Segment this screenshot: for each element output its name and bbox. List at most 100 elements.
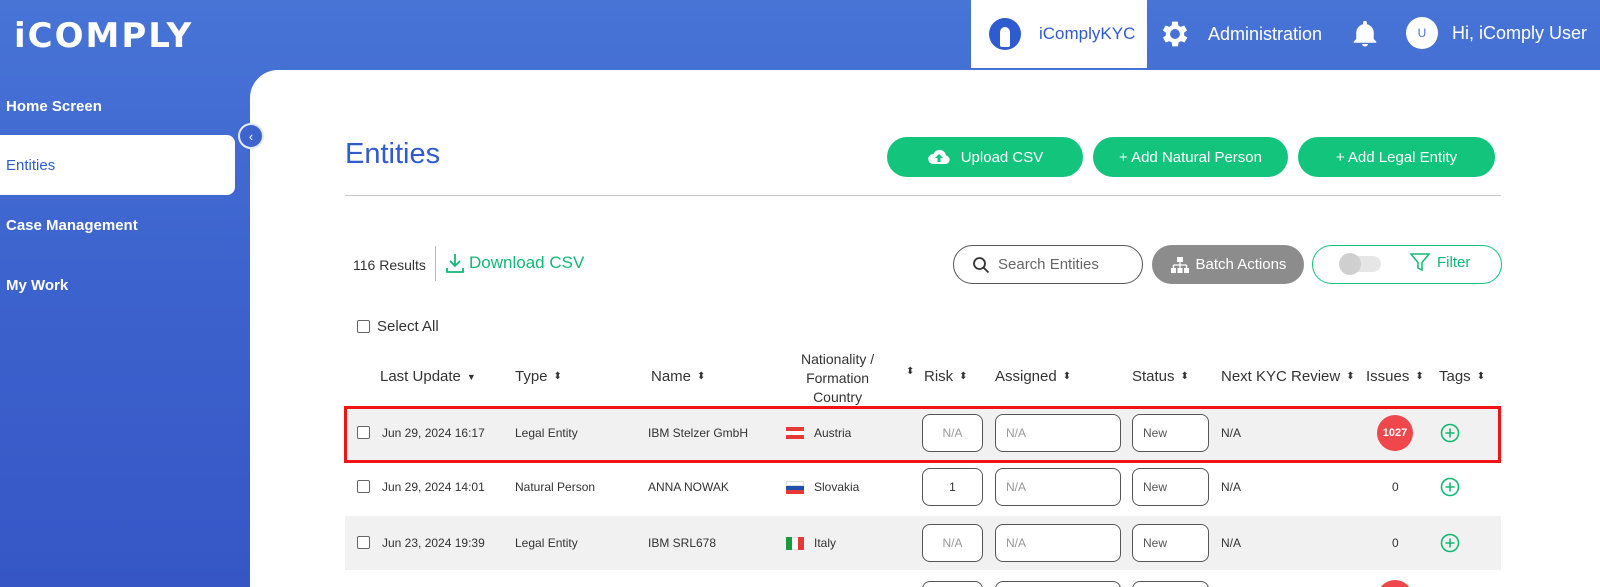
select-all-checkbox[interactable] [357, 320, 370, 333]
column-header-label: Formation [806, 370, 870, 386]
filter-label: Filter [1437, 253, 1471, 271]
sidebar-item-my-work[interactable]: My Work [6, 277, 68, 294]
risk-field[interactable]: N/A [922, 414, 983, 452]
cell-type: Legal Entity [515, 426, 578, 440]
download-csv-link[interactable]: Download CSV [445, 252, 584, 274]
column-header-tags[interactable]: Tags ⬍ [1439, 368, 1485, 385]
table-row[interactable]: Jun 29, 2024 14:01 Natural Person ANNA N… [345, 460, 1501, 514]
column-header-label: Issues [1366, 368, 1410, 385]
cell-type: Natural Person [515, 480, 596, 494]
nav-tab-icomplykyc[interactable]: iComplyKYC [971, 0, 1147, 68]
bell-icon[interactable] [1350, 18, 1380, 50]
gear-icon [1162, 21, 1188, 47]
download-icon [446, 254, 464, 273]
cell-name[interactable]: ANNA NOWAK [648, 460, 729, 514]
sidebar-collapse-button[interactable]: ‹ [238, 123, 264, 149]
column-header-label: Tags [1439, 368, 1471, 385]
italy-flag-icon [786, 536, 804, 550]
row-checkbox[interactable] [357, 536, 370, 549]
nav-administration[interactable]: Administration [1158, 16, 1322, 52]
column-header-status[interactable]: Status ⬍ [1132, 368, 1189, 385]
search-icon [973, 256, 990, 273]
sort-desc-icon: ▼ [466, 371, 476, 382]
add-tag-icon[interactable] [1440, 533, 1460, 553]
assigned-field[interactable]: N/A [995, 414, 1121, 452]
user-menu[interactable]: U Hi, iComply User [1406, 17, 1587, 49]
row-checkbox[interactable] [357, 480, 370, 493]
issues-badge[interactable]: 1027 [1377, 415, 1413, 451]
add-legal-entity-button[interactable]: + Add Legal Entity [1298, 137, 1495, 177]
add-tag-icon[interactable] [1440, 477, 1460, 497]
sidebar-item-label: Entities [6, 156, 56, 174]
cell-country: Slovakia [786, 460, 859, 514]
batch-actions-label: Batch Actions [1195, 256, 1287, 273]
avatar: U [1406, 17, 1438, 49]
upload-csv-button[interactable]: Upload CSV [887, 137, 1083, 177]
filter-control[interactable]: Filter [1312, 245, 1502, 284]
table-row[interactable]: Jun 29, 2024 16:17 Legal Entity IBM Stel… [345, 406, 1501, 460]
nav-tab-label: iComplyKYC [1039, 24, 1136, 43]
cell-last-update: Jun 29, 2024 16:17 [382, 426, 485, 440]
sort-icon: ⬍ [697, 370, 706, 382]
risk-field[interactable]: N/A [922, 524, 983, 562]
filter-toggle[interactable] [1339, 253, 1381, 275]
results-count: 116 Results [353, 257, 426, 273]
sidebar-item-case-management[interactable]: Case Management [6, 217, 138, 234]
column-header-name[interactable]: Name ⬍ [651, 368, 705, 385]
search-placeholder: Search Entities [998, 256, 1099, 273]
filter-button[interactable]: Filter [1409, 251, 1470, 273]
row-checkbox[interactable] [357, 426, 370, 439]
search-input[interactable]: Search Entities [953, 245, 1143, 284]
upload-csv-label: Upload CSV [960, 148, 1044, 166]
select-all-label: Select All [377, 318, 439, 335]
column-header-label: Last Update [380, 368, 461, 385]
column-header-label: Name [651, 368, 692, 385]
column-header-label: Assigned [995, 368, 1057, 385]
add-tag-icon[interactable] [1440, 423, 1460, 443]
add-natural-person-button[interactable]: + Add Natural Person [1093, 137, 1288, 177]
cloud-upload-icon [927, 149, 950, 164]
slovakia-flag-icon [786, 480, 804, 494]
sidebar-item-home-screen[interactable]: Home Screen [6, 98, 102, 115]
funnel-icon [1409, 253, 1431, 272]
toggle-knob [1339, 253, 1361, 275]
cell-country: Italy [786, 516, 836, 570]
country-label: Austria [814, 426, 852, 440]
status-field[interactable]: New [1132, 468, 1209, 506]
issues-badge [1377, 580, 1413, 587]
status-field[interactable]: New [1132, 414, 1209, 452]
column-header-next-kyc-review[interactable]: Next KYC Review ⬍ [1221, 368, 1355, 385]
risk-field[interactable]: 1 [922, 468, 983, 506]
column-header-assigned[interactable]: Assigned ⬍ [995, 368, 1071, 385]
country-label: Italy [814, 536, 837, 550]
assigned-field [995, 581, 1121, 587]
table-row[interactable]: Jun 23, 2024 19:39 Legal Entity IBM SRL6… [345, 516, 1501, 570]
select-all[interactable]: Select All [357, 318, 439, 335]
country-label: Slovakia [814, 480, 860, 494]
column-header-label: Next KYC Review [1221, 368, 1341, 385]
cell-last-update: Jun 29, 2024 14:01 [382, 480, 485, 494]
chevron-left-icon: ‹ [248, 128, 254, 144]
cell-last-update: Jun 23, 2024 19:39 [382, 536, 485, 550]
sort-icon[interactable]: ⬍ [906, 367, 914, 377]
column-header-type[interactable]: Type ⬍ [515, 368, 562, 385]
app-logo[interactable]: iCOMPLY [14, 16, 193, 56]
assigned-field[interactable]: N/A [995, 524, 1121, 562]
column-header-last-update[interactable]: Last Update ▼ [380, 368, 476, 385]
title-divider [345, 195, 1501, 196]
sort-icon: ⬍ [1415, 370, 1424, 382]
cell-name[interactable]: IBM SRL678 [648, 516, 716, 570]
status-field[interactable]: New [1132, 524, 1209, 562]
cell-issues: 0 [1392, 480, 1399, 494]
column-header-risk[interactable]: Risk ⬍ [924, 368, 968, 385]
cell-country: Austria [786, 406, 851, 460]
cell-type: Legal Entity [515, 536, 578, 550]
assigned-field[interactable]: N/A [995, 468, 1121, 506]
column-header-issues[interactable]: Issues ⬍ [1366, 368, 1424, 385]
column-header-nationality[interactable]: Nationality / Formation Country [801, 350, 874, 407]
batch-actions-button[interactable]: Batch Actions [1152, 245, 1304, 284]
sidebar-item-entities[interactable]: Entities [0, 135, 235, 195]
sort-icon: ⬍ [1180, 370, 1189, 382]
cell-name[interactable]: IBM Stelzer GmbH [648, 406, 748, 460]
column-header-label: Risk [924, 368, 954, 385]
